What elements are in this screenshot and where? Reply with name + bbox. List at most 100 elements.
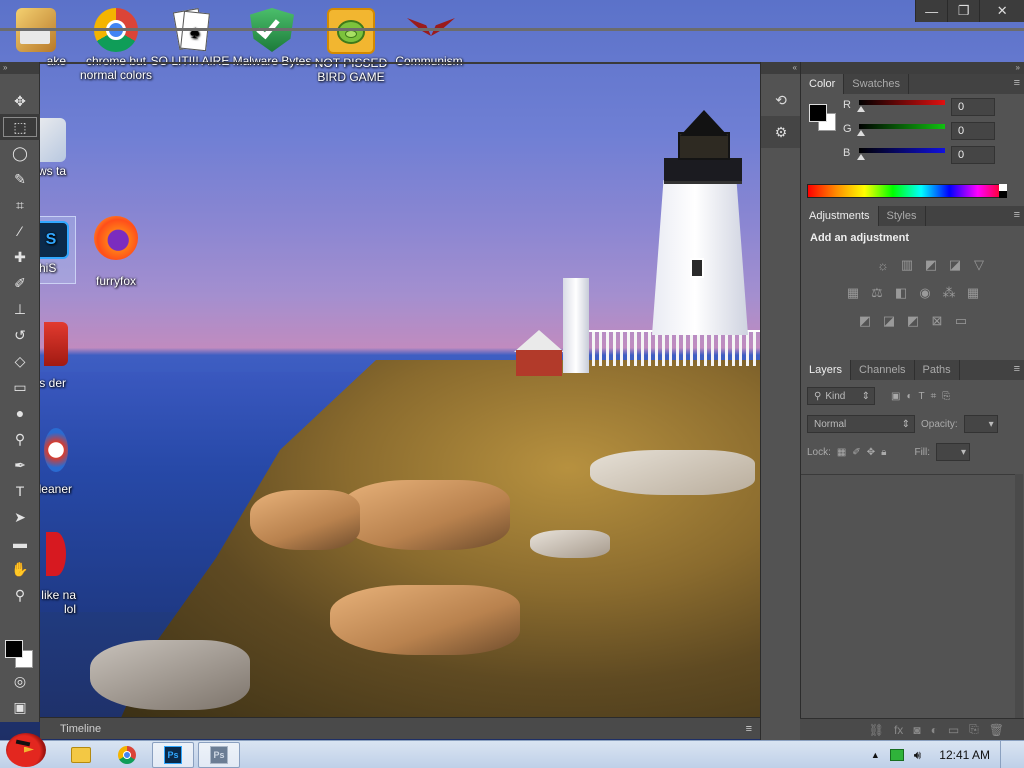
lock-position-icon[interactable]: ✥ [867, 447, 875, 458]
add-mask-icon[interactable]: ◙ [913, 723, 920, 737]
green-value-input[interactable]: 0 [951, 122, 995, 140]
blue-value-input[interactable]: 0 [951, 146, 995, 164]
slider-thumb[interactable] [857, 106, 865, 112]
desktop-icon-malwarebytes[interactable]: Malware Bytes [232, 8, 312, 68]
panel-menu-icon[interactable]: ≡ [1014, 363, 1020, 375]
lock-all-icon[interactable]: 🔒︎ [881, 447, 886, 458]
brush-tool-icon[interactable]: ✐ [0, 270, 40, 296]
tab-layers[interactable]: Layers [801, 360, 852, 380]
screen-mode-icon[interactable]: ▣ [0, 694, 40, 720]
layer-kind-select[interactable]: ⚲ Kind ⇕ [807, 387, 875, 405]
desktop-icon-chrome[interactable]: chrome but normal colors [76, 8, 156, 82]
opacity-input[interactable]: ▾ [963, 415, 998, 433]
dock-collapse-button[interactable]: « [761, 62, 800, 74]
properties-panel-icon[interactable]: ⚙ [761, 116, 801, 148]
green-slider[interactable] [859, 124, 945, 129]
path-select-tool-icon[interactable]: ➤ [0, 504, 40, 530]
tab-styles[interactable]: Styles [879, 206, 926, 226]
type-filter-icon[interactable]: T [919, 391, 925, 402]
color-panel-foreground[interactable] [809, 104, 827, 122]
volume-icon[interactable]: 🔊︎ [914, 748, 922, 763]
taskbar-photoshop-second[interactable]: Ps [198, 741, 240, 768]
history-brush-tool-icon[interactable]: ↺ [0, 322, 40, 348]
show-desktop-button[interactable] [1000, 741, 1014, 768]
tab-adjustments[interactable]: Adjustments [801, 206, 879, 226]
close-button[interactable]: ✕ [979, 0, 1024, 22]
adjustment-filter-icon[interactable]: ◐ [906, 391, 912, 402]
desktop-icon-communism[interactable]: Communism [389, 8, 469, 68]
blue-slider[interactable] [859, 148, 945, 153]
red-slider[interactable] [859, 100, 945, 105]
black-white-swatch[interactable] [999, 184, 1007, 198]
slider-thumb[interactable] [857, 130, 865, 136]
taskbar-explorer[interactable] [60, 742, 102, 768]
history-panel-icon[interactable]: ⟲ [761, 84, 801, 116]
clock[interactable]: 12:41 AM [939, 748, 990, 762]
invert-icon[interactable]: ◩ [856, 312, 874, 330]
slider-thumb[interactable] [857, 154, 865, 160]
start-button[interactable] [0, 732, 56, 768]
selective-color-icon[interactable]: ⊠ [928, 312, 946, 330]
exposure-icon[interactable]: ◪ [946, 256, 964, 274]
tab-paths[interactable]: Paths [915, 360, 960, 380]
blur-tool-icon[interactable]: ● [0, 400, 40, 426]
foreground-color-swatch[interactable] [5, 640, 23, 658]
black-white-icon[interactable]: ◧ [892, 284, 910, 302]
eraser-tool-icon[interactable]: ◇ [0, 348, 40, 374]
hand-tool-icon[interactable]: ✋ [0, 556, 40, 582]
tab-swatches[interactable]: Swatches [844, 74, 909, 94]
shape-tool-icon[interactable]: ▬ [0, 530, 40, 556]
tab-channels[interactable]: Channels [851, 360, 915, 380]
timeline-panel[interactable]: Timeline ≡ [40, 717, 760, 739]
crop-tool-icon[interactable]: ⌗ [0, 192, 40, 218]
red-value-input[interactable]: 0 [951, 98, 995, 116]
fill-input[interactable]: ▾ [936, 443, 971, 461]
desktop-icon-solitaire[interactable]: ♠ SO LIT!!! AIRE [150, 8, 230, 68]
desktop-icon-firefox[interactable]: furryfox [76, 216, 156, 288]
network-icon[interactable] [889, 749, 904, 761]
tab-color[interactable]: Color [801, 74, 845, 94]
channel-mixer-icon[interactable]: ⁂ [940, 284, 958, 302]
color-balance-icon[interactable]: ⚖ [868, 284, 886, 302]
new-layer-icon[interactable]: ⎘ [969, 722, 979, 737]
desktop-icon-cake[interactable]: ake [6, 8, 66, 68]
threshold-icon[interactable]: ◩ [904, 312, 922, 330]
tray-expand-icon[interactable]: ▲ [871, 750, 880, 760]
smart-object-filter-icon[interactable]: ⎘ [942, 391, 950, 402]
gradient-tool-icon[interactable]: ▭ [0, 374, 40, 400]
tools-collapse-button[interactable]: » [0, 62, 39, 74]
restore-button[interactable]: ❐ [947, 0, 979, 22]
color-spectrum-bar[interactable] [807, 184, 1007, 198]
vibrance-icon[interactable]: ▽ [970, 256, 988, 274]
quick-select-tool-icon[interactable]: ✎ [0, 166, 40, 192]
color-lookup-icon[interactable]: ▦ [964, 284, 982, 302]
panel-menu-icon[interactable]: ≡ [1014, 77, 1020, 89]
taskbar-photoshop[interactable]: Ps [152, 741, 194, 768]
layer-style-icon[interactable]: fx [894, 723, 903, 737]
panel-menu-icon[interactable]: ≡ [746, 723, 752, 735]
pen-tool-icon[interactable]: ✒ [0, 452, 40, 478]
quick-mask-icon[interactable]: ◎ [0, 668, 40, 694]
marquee-tool-icon[interactable]: ⬚ [0, 114, 40, 140]
new-adjustment-icon[interactable]: ◐ [931, 723, 938, 737]
taskbar-chrome[interactable] [106, 742, 148, 768]
eyedropper-tool-icon[interactable]: ⁄ [0, 218, 40, 244]
delete-layer-icon[interactable]: 🗑︎ [989, 723, 1004, 737]
levels-icon[interactable]: ▥ [898, 256, 916, 274]
clone-stamp-tool-icon[interactable]: ⊥ [0, 296, 40, 322]
brightness-icon[interactable]: ☼ [874, 256, 892, 274]
hue-saturation-icon[interactable]: ▦ [844, 284, 862, 302]
healing-brush-tool-icon[interactable]: ✚ [0, 244, 40, 270]
pixel-filter-icon[interactable]: ▣ [891, 391, 900, 402]
curves-icon[interactable]: ◩ [922, 256, 940, 274]
type-tool-icon[interactable]: T [0, 478, 40, 504]
zoom-tool-icon[interactable]: ⚲ [0, 582, 40, 608]
shape-filter-icon[interactable]: ⌗ [931, 391, 937, 402]
new-group-icon[interactable]: ▭ [948, 723, 959, 737]
link-layers-icon[interactable]: ⛓ [869, 723, 884, 737]
lock-pixels-icon[interactable]: ✐ [852, 447, 860, 458]
blend-mode-select[interactable]: Normal ⇕ [807, 415, 915, 433]
desktop-icon-bird-game[interactable]: NOT PISSED BIRD GAME [311, 8, 391, 84]
lock-transparency-icon[interactable]: ▦ [837, 447, 846, 458]
move-tool-icon[interactable]: ✥ [0, 88, 40, 114]
